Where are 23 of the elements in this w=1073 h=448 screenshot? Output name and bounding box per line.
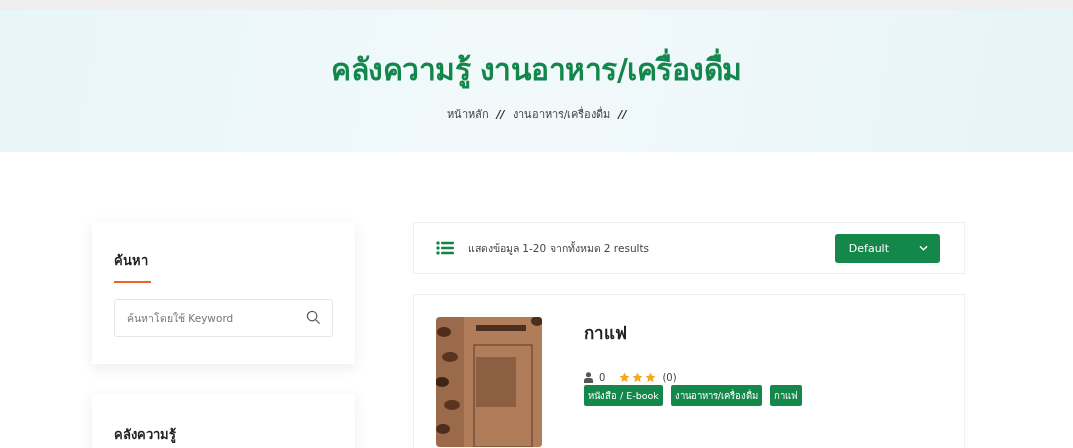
list-icon[interactable] xyxy=(436,241,454,255)
page-title: คลังความรู้ งานอาหาร/เครื่องดื่ม xyxy=(331,46,742,93)
search-icon[interactable] xyxy=(306,310,321,325)
caret-icon xyxy=(919,245,928,251)
star-icon xyxy=(619,372,631,383)
category-tag[interactable]: งานอาหาร/เครื่องดื่ม xyxy=(670,385,763,406)
product-title[interactable]: กาแฟ xyxy=(584,319,803,346)
widget-title: ค้นหา xyxy=(114,252,149,270)
results-summary: แสดงข้อมูล 1-20 จากทั้งหมด 2 results xyxy=(468,240,651,257)
breadcrumb-separator: // xyxy=(618,107,627,121)
star-icon xyxy=(645,372,657,383)
sort-dropdown[interactable]: Default xyxy=(834,233,940,263)
widget-title: คลังความรู้ xyxy=(114,426,177,445)
star-icon xyxy=(632,372,644,383)
view-count: 0 xyxy=(599,372,606,383)
category-tag[interactable]: กาแฟ xyxy=(770,385,803,406)
breadcrumb-link[interactable]: งานอาหาร/เครื่องดื่ม xyxy=(512,105,611,123)
search-field[interactable]: ค้นหาโดยใช้ Keyword xyxy=(114,299,333,337)
category-tag[interactable]: หนังสือ / E-book xyxy=(584,385,663,406)
user-icon xyxy=(584,372,593,383)
breadcrumb-link[interactable]: หน้าหลัก xyxy=(446,105,489,123)
review-count: (0) xyxy=(662,372,677,383)
breadcrumb-separator: // xyxy=(496,107,505,121)
